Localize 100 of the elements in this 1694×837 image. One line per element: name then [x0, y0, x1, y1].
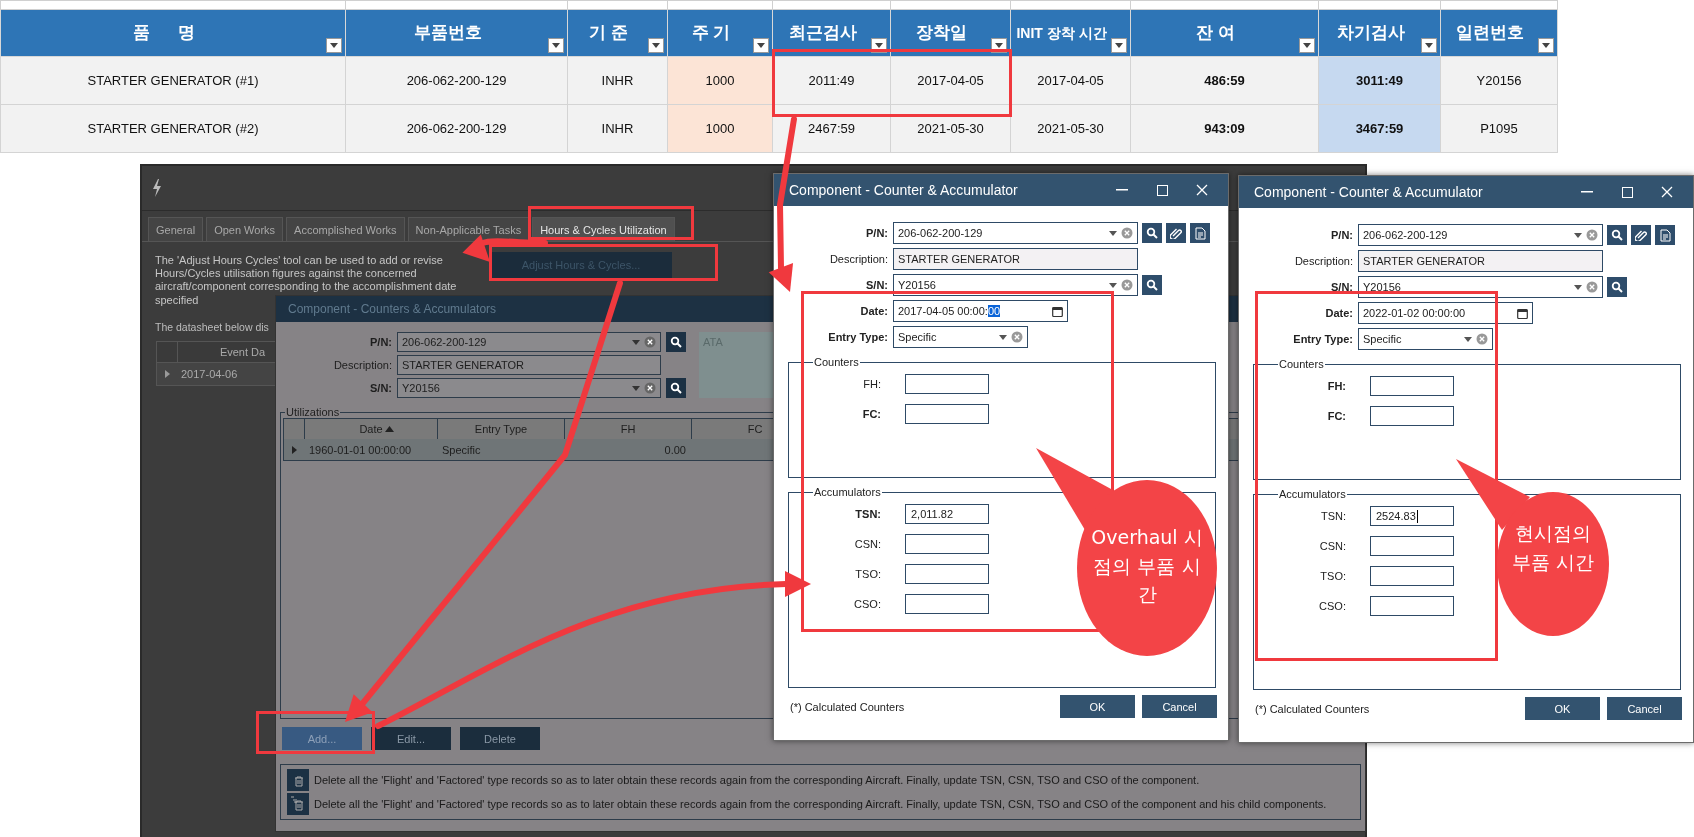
number-field[interactable] [1370, 376, 1454, 396]
description-field[interactable]: STARTER GENERATOR [893, 248, 1138, 270]
filter-dropdown-button[interactable] [753, 38, 769, 53]
search-icon [670, 336, 682, 348]
clear-icon [1121, 279, 1133, 291]
caret-icon [652, 43, 660, 48]
caret-icon [875, 43, 883, 48]
caret-icon [1542, 43, 1550, 48]
note-text: The datasheet below dis [155, 320, 269, 333]
number-field[interactable] [905, 534, 989, 554]
group-title: Accumulators [1278, 488, 1347, 500]
filter-dropdown-button[interactable] [548, 38, 564, 53]
number-field[interactable] [905, 374, 989, 394]
attach-button[interactable] [1631, 225, 1651, 245]
table-cell: 2017-04-05 [1010, 56, 1131, 105]
filter-dropdown-button[interactable] [1538, 38, 1554, 53]
cancel-button[interactable]: Cancel [1142, 695, 1217, 718]
number-field[interactable]: 2,011.82 [905, 504, 989, 524]
entry-type-combo[interactable]: Specific [1358, 328, 1493, 350]
number-field[interactable] [905, 594, 989, 614]
field-label: CSN: [853, 538, 881, 550]
clear-icon [644, 336, 656, 348]
date-field[interactable]: 2022-01-02 00:00:00 [1358, 302, 1533, 324]
table-cell: P1095 [1440, 104, 1558, 153]
info-text: Delete all the 'Flight' and 'Factored' type records so as to later obtain these records again from the corresponding Aircraft. Finally, update TSN, CSN, TSO and CSO of the component. [314, 774, 1200, 786]
description-field[interactable]: STARTER GENERATOR [1358, 250, 1603, 272]
tab[interactable]: Accomplished Works [286, 217, 405, 241]
number-field[interactable] [905, 404, 989, 424]
close-icon [1196, 184, 1208, 196]
minimize-icon [1116, 189, 1128, 191]
filter-dropdown-button[interactable] [1111, 38, 1127, 53]
tab[interactable]: Non-Applicable Tasks [407, 217, 530, 241]
part-number-combo[interactable]: 206-062-200-129 [1358, 224, 1603, 246]
group-title: Counters [813, 356, 860, 368]
field-label: TSO: [1319, 570, 1346, 582]
tree-delete-icon[interactable] [287, 793, 309, 815]
document-button[interactable] [1655, 225, 1675, 245]
search-icon [670, 382, 682, 394]
trash-icon[interactable] [287, 769, 309, 791]
paperclip-icon [1635, 229, 1647, 241]
part-number-combo[interactable]: 206-062-200-129 [397, 332, 661, 352]
search-button[interactable] [1142, 275, 1162, 295]
search-button[interactable] [1607, 225, 1627, 245]
field-label: FH: [862, 378, 881, 390]
date-field[interactable]: 2017-04-05 00:00:00 [893, 300, 1068, 322]
action-button[interactable]: Delete [460, 727, 540, 750]
field-label: Entry Type: [828, 331, 888, 343]
attach-button[interactable] [1166, 223, 1186, 243]
filter-dropdown-button[interactable] [648, 38, 664, 53]
table-cell: 2021-05-30 [1010, 104, 1131, 153]
column-header: 부품번호 [345, 9, 568, 57]
filter-dropdown-button[interactable] [326, 38, 342, 53]
ok-button[interactable]: OK [1060, 695, 1135, 718]
callout-text: 현시점의 부품 시간 [1510, 521, 1595, 575]
caret-icon [552, 43, 560, 48]
table-cell-text: 1960-01-01 00:00:00 [308, 443, 413, 456]
ok-button[interactable]: OK [1525, 697, 1600, 720]
maximize-icon [1156, 184, 1168, 196]
field-label: CSO: [1318, 600, 1346, 612]
caret-icon [1109, 282, 1117, 288]
group-title: Utilizations [285, 406, 341, 418]
number-field[interactable] [905, 564, 989, 584]
column-header: 품 명 [0, 9, 346, 57]
search-button[interactable] [1142, 223, 1162, 243]
search-button[interactable] [666, 378, 686, 398]
entry-type-combo[interactable]: Specific [893, 326, 1028, 348]
window-title: Component - Counter & Accumulator [789, 182, 1019, 198]
number-field[interactable] [1370, 536, 1454, 556]
field-label: FC: [861, 408, 881, 420]
part-number-combo[interactable]: 206-062-200-129 [893, 222, 1138, 244]
caret-icon [757, 43, 765, 48]
filter-dropdown-button[interactable] [1299, 38, 1315, 53]
column-header: INIT 장착 시간 [1010, 9, 1131, 57]
search-icon [1611, 229, 1623, 241]
description-field[interactable]: STARTER GENERATOR [397, 355, 661, 375]
field-label: Description: [1294, 255, 1353, 267]
cancel-button[interactable]: Cancel [1607, 697, 1682, 720]
number-field[interactable] [1370, 566, 1454, 586]
minimize-icon [1581, 191, 1593, 193]
callout-text: Overhaul 시점의 부품 시간 [1090, 525, 1204, 607]
number-field[interactable]: 2524.83 [1370, 506, 1454, 526]
field-label: FC: [1326, 410, 1346, 422]
search-button[interactable] [1607, 277, 1627, 297]
field-label: FH: [1326, 380, 1346, 392]
field-label: S/N: [369, 382, 392, 394]
action-button[interactable]: Edit... [371, 727, 451, 750]
caret-icon [632, 339, 640, 345]
caret-icon [330, 43, 338, 48]
filter-dropdown-button[interactable] [1421, 38, 1437, 53]
tab[interactable]: Open Works [206, 217, 284, 241]
document-button[interactable] [1190, 223, 1210, 243]
caret-icon [1109, 230, 1117, 236]
tab[interactable]: General [148, 217, 204, 241]
paperclip-icon [1170, 227, 1182, 239]
table-cell: 1000 [667, 104, 773, 153]
maximize-icon [1621, 186, 1633, 198]
number-field[interactable] [1370, 406, 1454, 426]
number-field[interactable] [1370, 596, 1454, 616]
serial-number-combo[interactable]: Y20156 [397, 378, 661, 398]
search-button[interactable] [666, 332, 686, 352]
